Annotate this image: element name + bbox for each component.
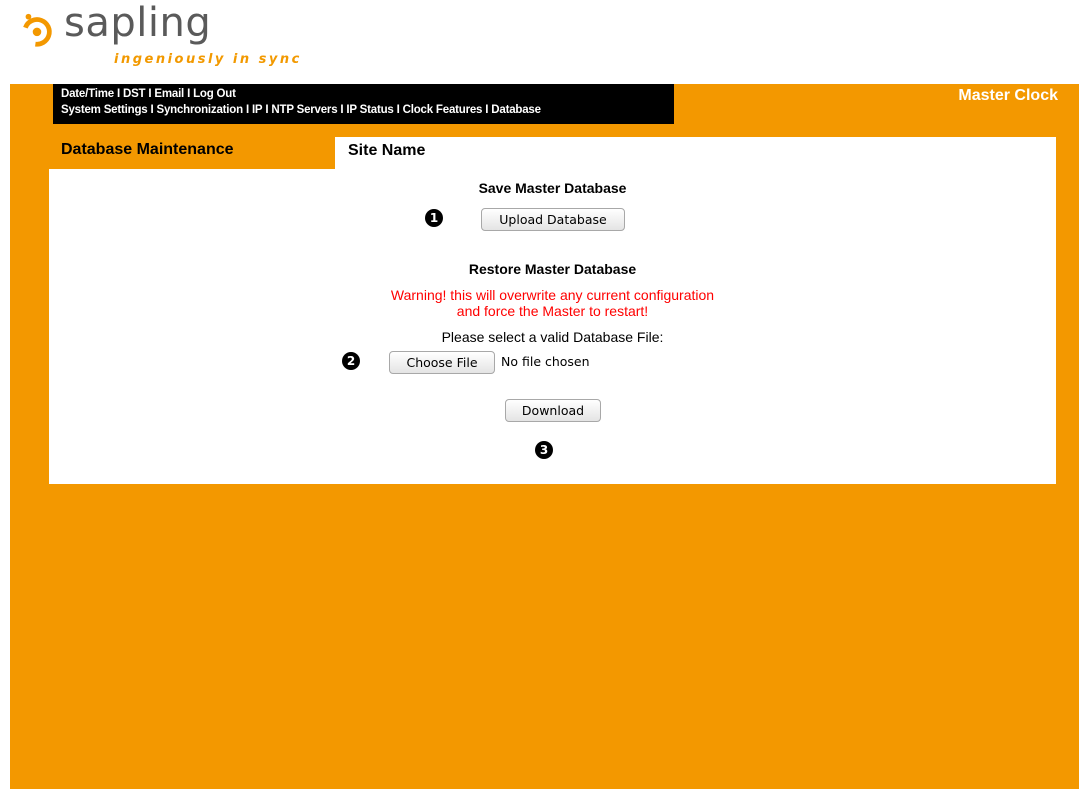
warning-line-1: Warning! this will overwrite any current… — [390, 287, 715, 303]
nav-separator: I — [116, 88, 120, 100]
callout-marker-3: 3 — [535, 441, 553, 459]
choose-file-button[interactable]: Choose File — [389, 351, 495, 374]
nav-link-synchronization[interactable]: Synchronization — [156, 104, 243, 116]
callout-marker-2: 2 — [342, 352, 360, 370]
file-select-label: Please select a valid Database File: — [441, 329, 664, 345]
site-name: Site Name — [348, 142, 426, 159]
sapling-logo: sapling ingeniously in sync — [18, 0, 338, 78]
site-name-tab: Site Name — [335, 137, 1056, 169]
nav-link-datetime[interactable]: Date/Time — [61, 88, 114, 100]
nav-row-secondary: System Settings I Synchronization I IP I NTP S… — [61, 104, 541, 116]
nav-link-logout[interactable]: Log Out — [193, 88, 236, 100]
brand-wordmark: sapling — [64, 0, 212, 46]
nav-link-database[interactable]: Database — [491, 104, 541, 116]
nav-link-clock-features[interactable]: Clock Features — [403, 104, 483, 116]
nav-link-email[interactable]: Email — [154, 88, 184, 100]
nav-separator: I — [485, 104, 489, 116]
section-title: Database Maintenance — [61, 141, 234, 158]
database-panel: Save Master Database 1 Upload Database R… — [49, 169, 1056, 484]
nav-link-system-settings[interactable]: System Settings — [61, 104, 148, 116]
nav-link-ip[interactable]: IP — [252, 104, 263, 116]
nav-separator: I — [396, 104, 400, 116]
save-heading: Save Master Database — [478, 180, 627, 196]
nav-link-ip-status[interactable]: IP Status — [346, 104, 393, 116]
nav-separator: I — [187, 88, 191, 100]
upload-database-button[interactable]: Upload Database — [481, 208, 625, 231]
sapling-swirl-logo-icon — [22, 13, 52, 47]
nav-link-dst[interactable]: DST — [123, 88, 146, 100]
callout-marker-1: 1 — [425, 209, 443, 227]
nav-separator: I — [245, 104, 249, 116]
top-navigation: Date/Time I DST I Email I Log Out System Setti… — [53, 84, 674, 124]
brand-tagline: ingeniously in sync — [114, 52, 302, 67]
warning-line-2: and force the Master to restart! — [456, 303, 649, 319]
file-status: No file chosen — [501, 354, 590, 369]
nav-row-primary: Date/Time I DST I Email I Log Out — [61, 88, 236, 100]
app-title: Master Clock — [958, 87, 1058, 104]
nav-link-ntp-servers[interactable]: NTP Servers — [271, 104, 337, 116]
restore-heading: Restore Master Database — [468, 261, 637, 277]
restore-warning: Warning! this will overwrite any current… — [49, 287, 1056, 319]
download-button[interactable]: Download — [505, 399, 601, 422]
